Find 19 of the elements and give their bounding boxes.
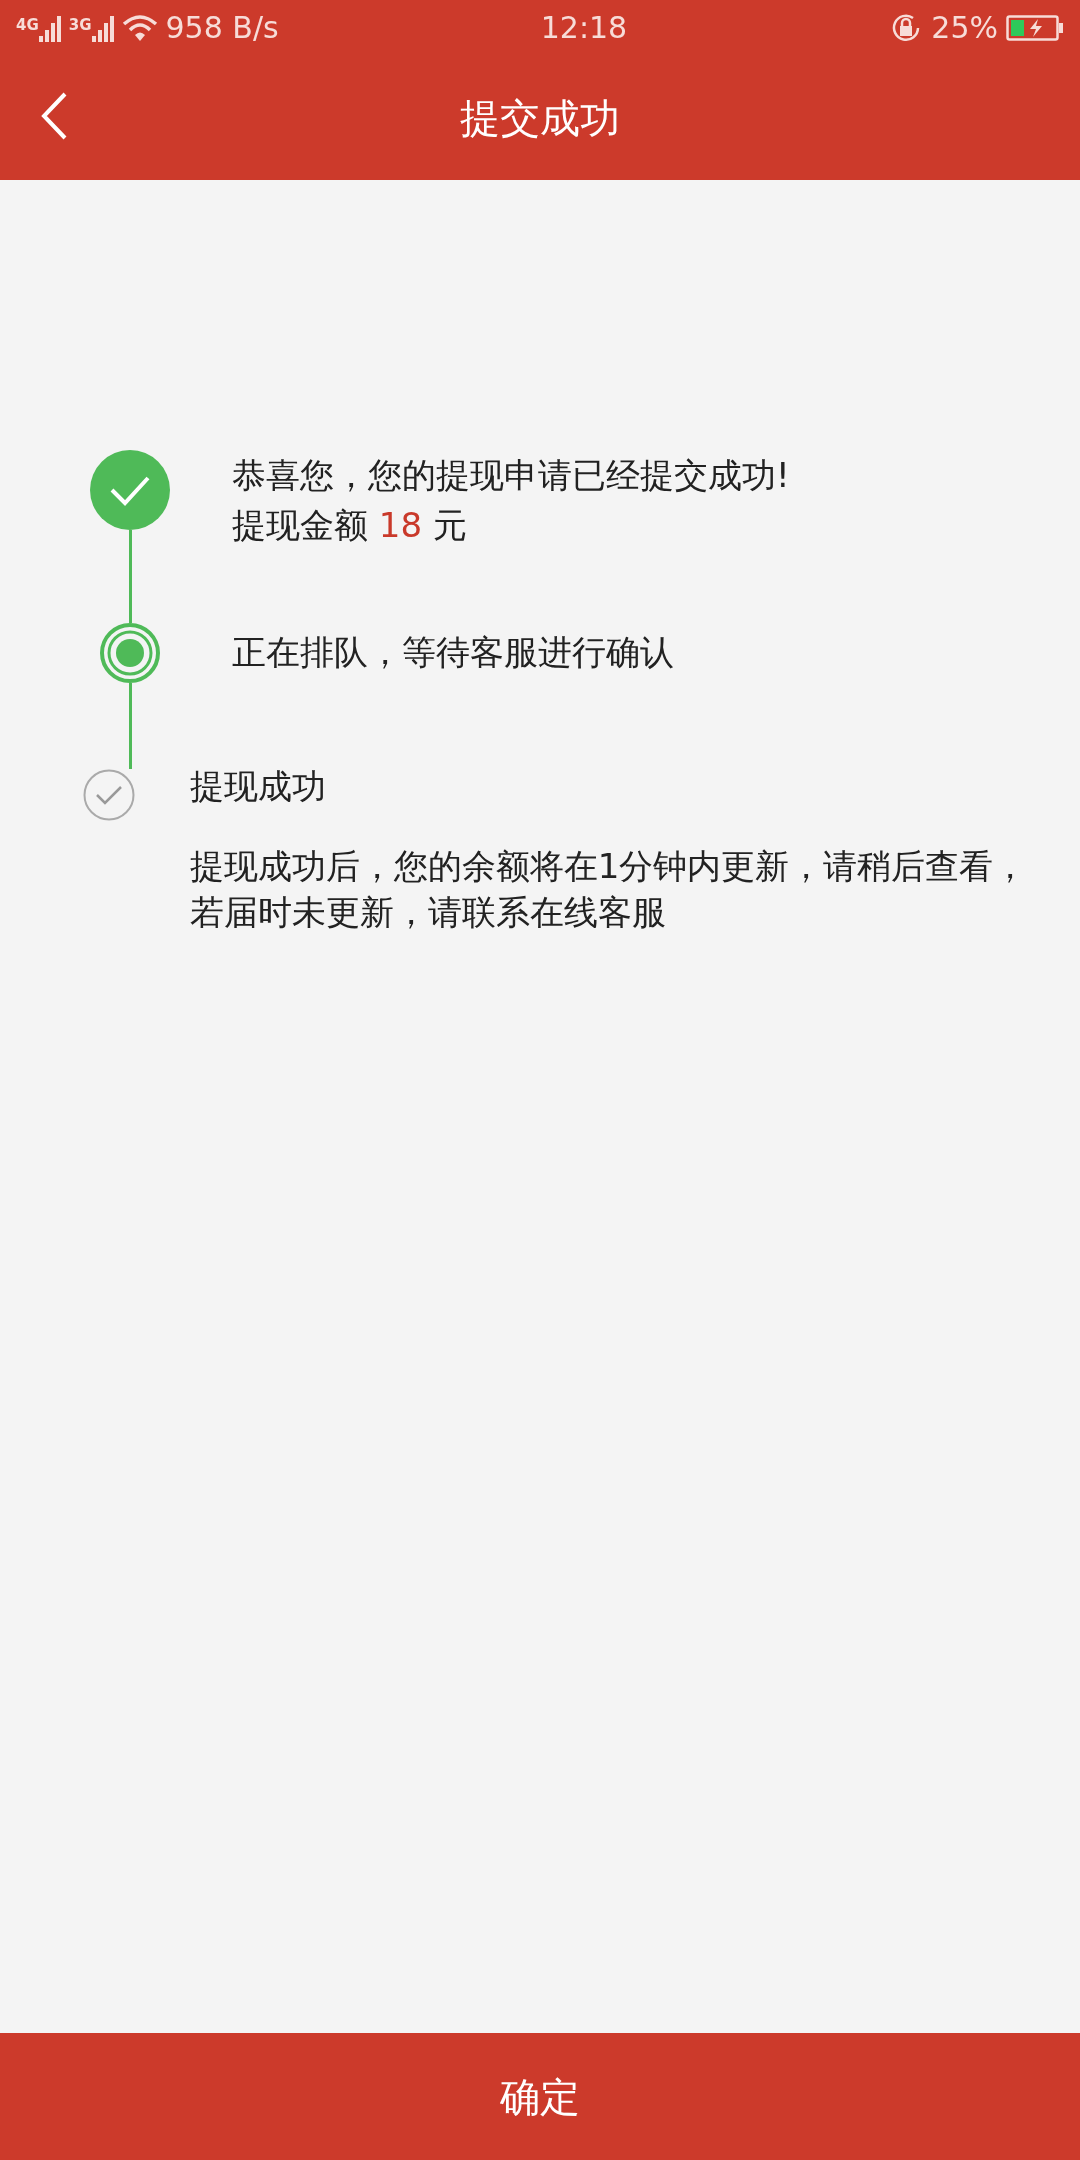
battery-icon [1006,14,1064,41]
signal-icon [91,13,114,42]
network-label: 3G [68,14,92,36]
page-title: 提交成功 [460,93,620,143]
step-title: 正在排队，等待客服进行确认 [232,631,674,674]
time: 12:18 [540,9,628,47]
wifi-icon [121,13,158,42]
battery-percent: 25% [931,9,998,47]
step-title: 恭喜您，您的提现申请已经提交成功! [232,454,790,497]
back-button[interactable] [40,91,68,141]
step-note: 提现成功后，您的余额将在1分钟内更新，请稍后查看，若届时未更新，请联系在线客服 [189,845,1029,934]
network-speed: 958 B/s [165,9,279,47]
back-icon [40,91,68,141]
network-label: 4G [16,14,39,36]
step-title: 提现成功 [189,765,327,808]
amount-line: 提现金额 18 元 [232,504,468,547]
check-circle-icon [82,769,135,821]
signal-icon [38,13,61,42]
confirm-button[interactable]: 确定 [0,2033,1080,2160]
